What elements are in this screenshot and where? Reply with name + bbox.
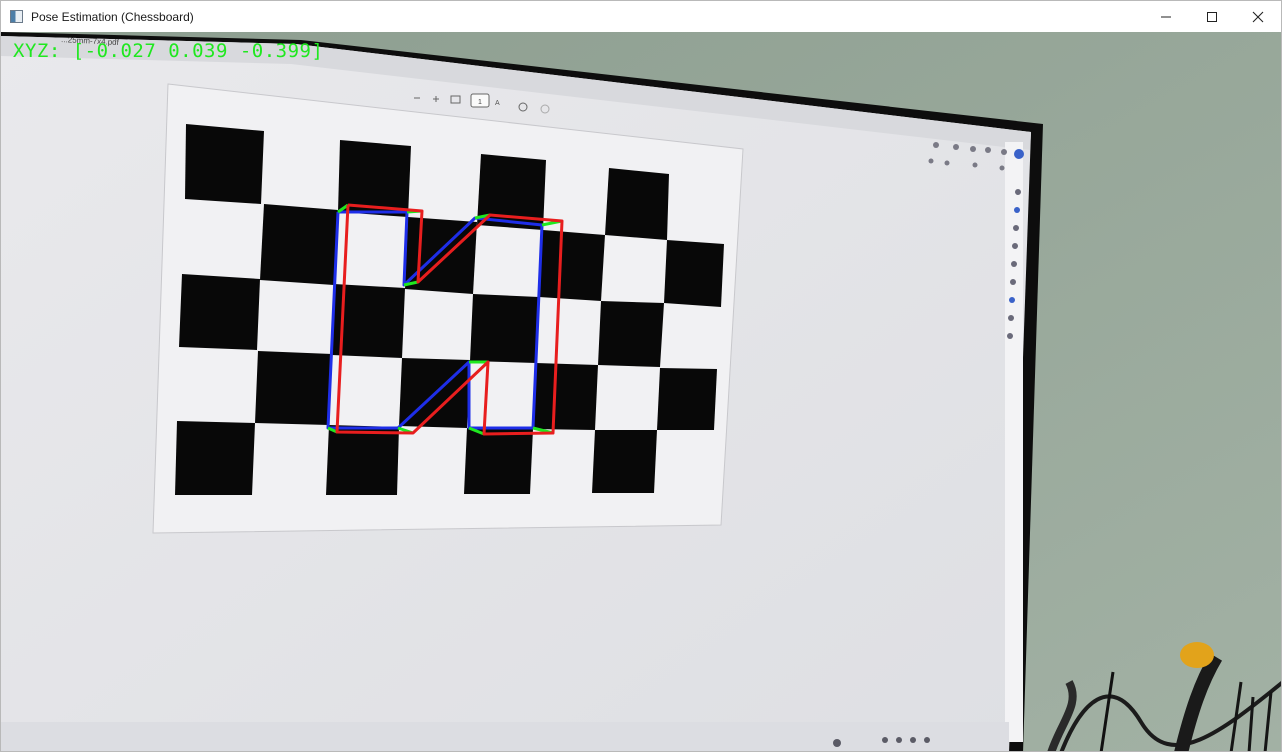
toolbar-icon-g[interactable] xyxy=(944,160,950,166)
chess-square xyxy=(592,430,657,493)
toolbar-icon-f[interactable] xyxy=(928,158,934,164)
camera-frame: ...25mm-7x4.pdf 1 A xyxy=(1,32,1281,751)
chess-square xyxy=(657,368,717,430)
toolbar-icon-e[interactable] xyxy=(1001,149,1007,155)
maximize-button[interactable] xyxy=(1189,1,1235,32)
minimize-button[interactable] xyxy=(1143,1,1189,32)
weather-icon[interactable] xyxy=(833,739,841,747)
chess-square xyxy=(175,421,255,495)
minimize-icon xyxy=(1161,16,1171,17)
window-title: Pose Estimation (Chessboard) xyxy=(31,9,194,24)
toolbar-icon-i[interactable] xyxy=(999,165,1005,171)
title-bar[interactable]: Pose Estimation (Chessboard) xyxy=(1,1,1281,32)
sidebar-icon-4[interactable] xyxy=(1012,243,1018,249)
close-icon xyxy=(1252,11,1264,22)
chess-square xyxy=(598,301,664,367)
page-number: 1 xyxy=(478,99,482,106)
sidebar-icon-7[interactable] xyxy=(1009,297,1015,303)
chess-square xyxy=(260,204,338,285)
tray-icon-2[interactable] xyxy=(896,737,902,743)
sidebar-icon-2[interactable] xyxy=(1014,207,1020,213)
sidebar-icon-9[interactable] xyxy=(1007,333,1013,339)
chess-square xyxy=(464,428,533,494)
tray-icon-4[interactable] xyxy=(924,737,930,743)
chess-square xyxy=(539,230,605,301)
pose-estimation-window: Pose Estimation (Chessboard) ...25mm-7x4… xyxy=(0,0,1282,752)
sidebar-icon-8[interactable] xyxy=(1008,315,1014,321)
toolbar-icon-c[interactable] xyxy=(970,146,976,152)
sidebar-icon-1[interactable] xyxy=(1015,189,1021,195)
chess-square xyxy=(533,363,598,430)
chess-square xyxy=(470,294,539,363)
close-button[interactable] xyxy=(1235,1,1281,32)
sidebar-icon-5[interactable] xyxy=(1011,261,1017,267)
app-window-icon xyxy=(10,10,23,23)
toolbar-icon-d[interactable] xyxy=(985,147,991,153)
tray-icon-3[interactable] xyxy=(910,737,916,743)
chess-square xyxy=(185,124,264,204)
sidebar-icon-6[interactable] xyxy=(1010,279,1016,285)
chess-square xyxy=(179,274,260,350)
chess-square xyxy=(326,425,399,495)
chess-square xyxy=(664,240,724,307)
toolbar-icon-b[interactable] xyxy=(953,144,959,150)
chess-square xyxy=(255,351,332,425)
xyz-readout: XYZ: [-0.027 0.039 -0.399] xyxy=(13,40,324,62)
tray-icon-1[interactable] xyxy=(882,737,888,743)
browser-sidebar xyxy=(1005,142,1023,742)
sidebar-icon-3[interactable] xyxy=(1013,225,1019,231)
maximize-icon xyxy=(1207,11,1217,22)
toolbar-icon-h[interactable] xyxy=(972,162,978,168)
window-controls xyxy=(1143,1,1281,32)
chess-square xyxy=(605,168,669,240)
screen-taskbar xyxy=(1,722,1009,751)
copilot-icon[interactable] xyxy=(1014,149,1024,159)
camera-viewport: ...25mm-7x4.pdf 1 A XYZ: [-0.027 0.039 -… xyxy=(1,32,1281,751)
toolbar-icon-a[interactable] xyxy=(933,142,939,148)
text-icon[interactable]: A xyxy=(495,100,500,107)
